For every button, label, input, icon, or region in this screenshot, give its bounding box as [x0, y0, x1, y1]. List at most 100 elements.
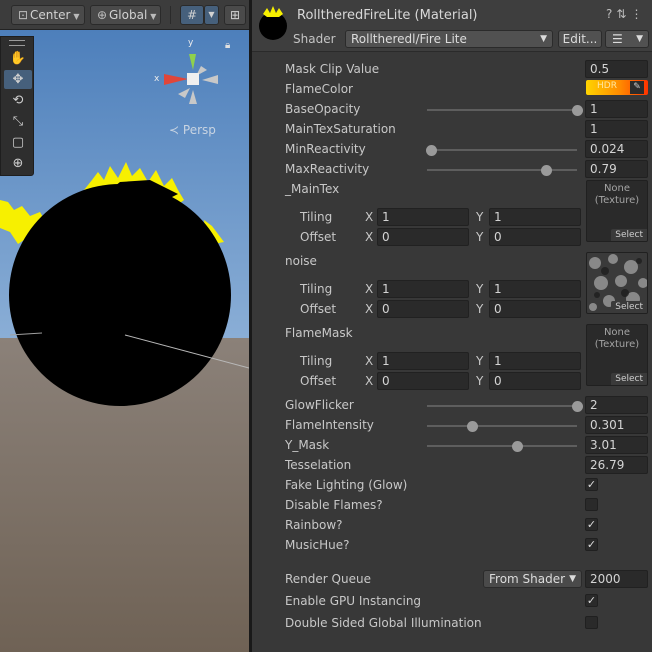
max-reactivity-slider-knob[interactable]	[540, 164, 552, 176]
scene-toolbar: ⊡ Center ▼ ⊕ Global ▼ # ▼ ⊞	[0, 0, 249, 30]
flame-mask-tiling-x-field[interactable]: 1	[377, 352, 469, 370]
lock-icon[interactable]: 🔒︎	[225, 40, 230, 51]
material-title: RolltheredFireLite (Material)	[297, 8, 478, 23]
inspector-panel: RolltheredFireLite (Material) ?⇅⋮ Shader…	[252, 0, 652, 652]
fake-lighting-checkbox[interactable]: ✓	[585, 478, 598, 491]
fake-lighting-label: Fake Lighting (Glow)	[285, 478, 408, 492]
scene-viewport[interactable]: 🔒︎ y x ≺ Persp ✋ ✥ ⟲ ⤡ ▢ ⊕	[0, 30, 249, 652]
edit-shader-button[interactable]: Edit...	[558, 30, 602, 48]
min-reactivity-field[interactable]: 0.024	[585, 140, 648, 158]
render-queue-dropdown[interactable]: From Shader ▼	[483, 570, 582, 588]
min-reactivity-slider-knob[interactable]	[425, 144, 437, 156]
render-queue-field[interactable]: 2000	[585, 570, 648, 588]
hand-icon: ✋	[9, 51, 27, 66]
scale-tool-button[interactable]: ⤡	[4, 112, 32, 131]
glow-flicker-field[interactable]: 2	[585, 396, 648, 414]
max-reactivity-slider-track[interactable]	[427, 164, 577, 176]
grid-snap-toggle[interactable]: #	[180, 5, 204, 25]
kebab-menu-icon[interactable]: ⋮	[630, 7, 646, 21]
y-mask-slider-track[interactable]	[427, 440, 577, 452]
flame-intensity-slider-track[interactable]	[427, 420, 577, 432]
eyedropper-icon[interactable]: ✎	[630, 81, 644, 94]
shader-dropdown[interactable]: Rolltheredl/Fire Lite ▼	[345, 30, 553, 48]
flame-color-label: FlameColor	[285, 82, 353, 96]
flame-mask-label: FlameMask	[285, 326, 353, 340]
flame-mask-select-button[interactable]: Select	[611, 373, 647, 385]
base-opacity-label: BaseOpacity	[285, 102, 361, 116]
base-opacity-field[interactable]: 1	[585, 100, 648, 118]
base-opacity-slider-knob[interactable]	[572, 104, 583, 116]
chevron-down-icon: ▼	[540, 34, 547, 44]
main-tex-offset-x-field[interactable]: 0	[377, 228, 469, 246]
flame-color-swatch[interactable]: HDR ✎	[586, 80, 648, 95]
glow-flicker-slider-knob[interactable]	[572, 400, 583, 412]
rotate-tool-button[interactable]: ⟲	[4, 91, 32, 110]
help-icon[interactable]: ?	[606, 7, 616, 21]
scale-icon: ⤡	[12, 114, 24, 129]
scene-view-panel[interactable]: ⊡ Center ▼ ⊕ Global ▼ # ▼ ⊞ 🔒︎ y x ≺ Per…	[0, 0, 249, 652]
main-tex-saturation-field[interactable]: 1	[585, 120, 648, 138]
flame-mask-offset-y-field[interactable]: 0	[489, 372, 581, 390]
flame-mask-offset-label: Offset	[300, 374, 337, 388]
double-sided-gi-checkbox[interactable]	[585, 616, 598, 629]
mask-clip-field[interactable]: 0.5	[585, 60, 648, 78]
glow-flicker-slider-track[interactable]	[427, 400, 583, 412]
main-tex-saturation-label: MainTexSaturation	[285, 122, 396, 136]
min-reactivity-slider-track[interactable]	[425, 144, 577, 156]
drag-handle-icon[interactable]	[9, 40, 25, 46]
tool-overlay: ✋ ✥ ⟲ ⤡ ▢ ⊕	[0, 36, 34, 176]
chevron-down-icon: ▼	[150, 12, 157, 21]
main-tex-none-text: None (Texture)	[594, 183, 640, 206]
y-mask-field[interactable]: 3.01	[585, 436, 648, 454]
rainbow-checkbox[interactable]: ✓	[585, 518, 598, 531]
music-hue-checkbox[interactable]: ✓	[585, 538, 598, 551]
noise-offset-y-field[interactable]: 0	[489, 300, 581, 318]
noise-tiling-y-field[interactable]: 1	[489, 280, 581, 298]
flame-mask-tiling-y-field[interactable]: 1	[489, 352, 581, 370]
header-icons: ?⇅⋮	[606, 7, 646, 21]
noise-tiling-x-field[interactable]: 1	[377, 280, 469, 298]
disable-flames-label: Disable Flames?	[285, 498, 383, 512]
globe-icon: ⊕	[96, 8, 108, 22]
projection-toggle[interactable]: ≺ Persp	[169, 123, 216, 137]
hand-tool-button[interactable]: ✋	[4, 49, 32, 68]
increment-snap-toggle[interactable]: ⊞	[224, 5, 246, 25]
grid-snap-dropdown[interactable]: ▼	[204, 5, 219, 25]
disable-flames-checkbox[interactable]	[585, 498, 598, 511]
transform-tool-button[interactable]: ⊕	[4, 154, 32, 173]
flame-intensity-slider-knob[interactable]	[467, 420, 479, 432]
rect-tool-button[interactable]: ▢	[4, 133, 32, 152]
flame-mask-offset-x-field[interactable]: 0	[377, 372, 469, 390]
flame-mask-slot[interactable]: None (Texture) Select	[586, 324, 648, 386]
main-tex-slot[interactable]: None (Texture) Select	[586, 180, 648, 242]
glow-flicker-label: GlowFlicker	[285, 398, 354, 412]
main-tex-tiling-x-field[interactable]: 1	[377, 208, 469, 226]
rect-icon: ▢	[11, 135, 25, 150]
noise-select-button[interactable]: Select	[611, 301, 647, 313]
gizmo-y-label: y	[188, 38, 194, 48]
noise-tiling-x-label: X	[365, 282, 374, 296]
main-tex-tiling-y-field[interactable]: 1	[489, 208, 581, 226]
noise-tex-slot[interactable]: Select	[586, 252, 648, 314]
main-tex-offset-y-field[interactable]: 0	[489, 228, 581, 246]
tesselation-field[interactable]: 26.79	[585, 456, 648, 474]
shader-options-dropdown[interactable]: ☰ ▼	[605, 30, 649, 48]
noise-offset-x-field[interactable]: 0	[377, 300, 469, 318]
gizmo-x-label: x	[154, 74, 160, 84]
main-tex-select-button[interactable]: Select	[611, 229, 647, 241]
max-reactivity-field[interactable]: 0.79	[585, 160, 648, 178]
gizmo-center[interactable]	[187, 73, 199, 85]
preset-icon[interactable]: ⇅	[616, 7, 630, 21]
pivot-space-dropdown[interactable]: ⊕ Global ▼	[90, 5, 161, 25]
main-tex-tiling-label: Tiling	[300, 210, 333, 224]
gpu-instancing-checkbox[interactable]: ✓	[585, 594, 598, 607]
list-icon: ☰	[612, 32, 623, 46]
move-tool-button[interactable]: ✥	[4, 70, 32, 89]
hdr-badge: HDR	[597, 81, 617, 91]
pivot-mode-dropdown[interactable]: ⊡ Center ▼	[11, 5, 85, 25]
min-reactivity-label: MinReactivity	[285, 142, 366, 156]
flame-intensity-field[interactable]: 0.301	[585, 416, 648, 434]
y-mask-slider-knob[interactable]	[512, 440, 523, 452]
gpu-instancing-label: Enable GPU Instancing	[285, 594, 422, 608]
base-opacity-slider-track[interactable]	[427, 104, 583, 116]
